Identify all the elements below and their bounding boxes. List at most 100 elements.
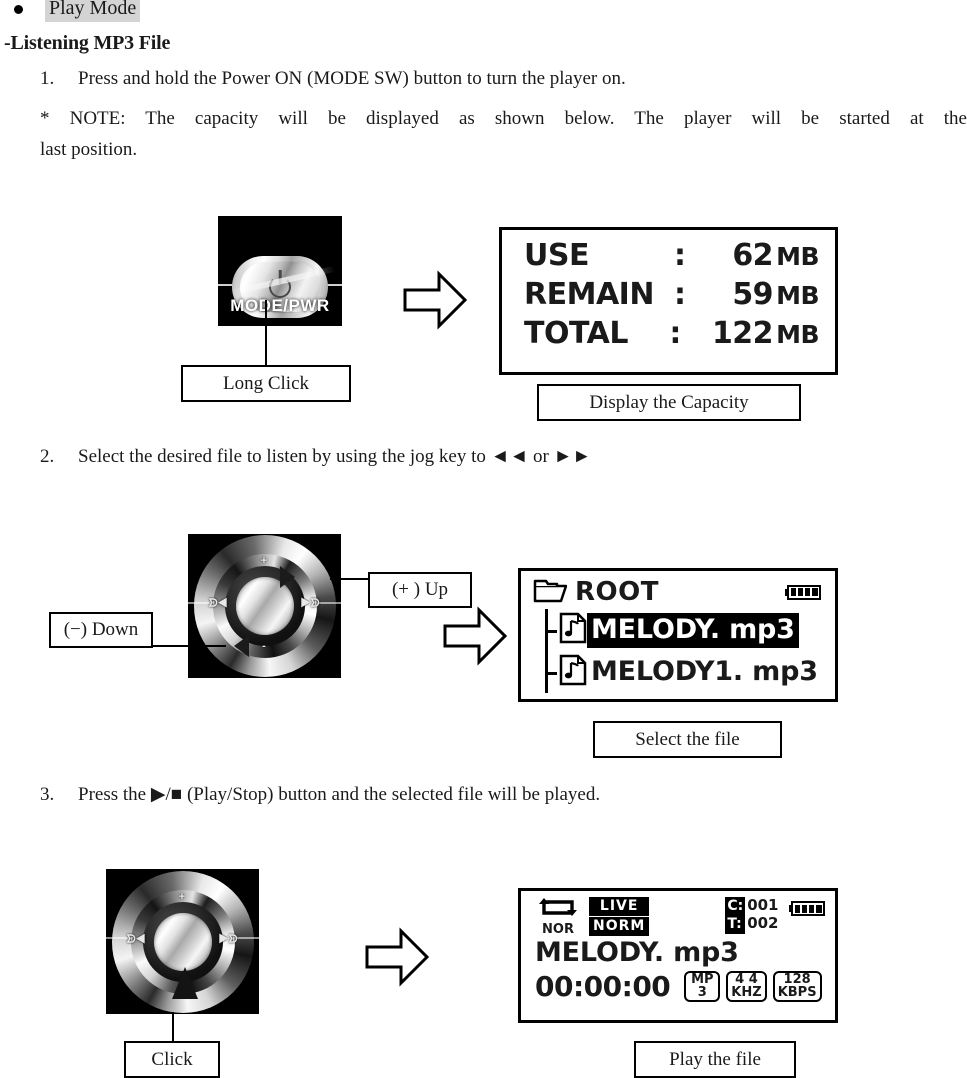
list-item[interactable]: MELODY1. mp3: [543, 651, 825, 693]
capacity-label: USE: [524, 238, 589, 273]
format-badge-codec: MP 3: [684, 970, 721, 1003]
playback-status-bar: NOR LIVE NORM C: T: 001 002: [535, 896, 825, 937]
callout-play-the-file: Play the file: [634, 1041, 796, 1078]
capacity-value: 122 MB: [711, 316, 820, 351]
capacity-value: 59 MB: [732, 277, 819, 312]
jog-dial-photo-play[interactable]: + - ᗥ◀ ▶ᗥ: [106, 869, 259, 1014]
equalizer-indicator: LIVE NORM: [589, 897, 650, 936]
samplerate-line-1: 4 4: [735, 971, 758, 987]
power-icon: [269, 276, 291, 298]
now-playing-title: MELODY. mp3: [535, 937, 739, 968]
current-track-key: C:: [727, 898, 744, 914]
callout-click-label: Click: [151, 1048, 193, 1070]
down-pointer-icon: [234, 635, 249, 657]
battery-icon: [788, 901, 825, 916]
callout-display-capacity-label: Display the Capacity: [589, 391, 749, 413]
step-2-number: 2.: [40, 446, 55, 467]
format-badge-bitrate: 128 KBPS: [772, 970, 822, 1003]
flow-arrow-2-icon: [443, 604, 508, 668]
section-bullet-heading: Play Mode: [14, 0, 141, 22]
subheading: -Listening MP3 File: [4, 32, 171, 54]
next-track-mark: ▶ᗥ: [218, 933, 238, 946]
up-pointer-icon: [280, 566, 295, 588]
total-track-value: 002: [747, 913, 779, 932]
volume-up-mark: +: [260, 555, 268, 567]
format-badge-samplerate: 4 4 KHZ: [726, 970, 767, 1003]
note-line-1: * NOTE: The capacity will be displayed a…: [40, 108, 967, 129]
codec-line-1: MP: [691, 971, 714, 987]
prev-track-mark: ᗥ◀: [208, 597, 228, 610]
file-browser-header: ROOT: [533, 577, 825, 607]
total-track-key: T:: [727, 915, 742, 932]
step-2: 2. Select the desired file to listen by u…: [40, 446, 591, 468]
capacity-row: REMAIN : 59 MB: [524, 275, 819, 314]
repeat-icon: [538, 897, 578, 922]
step-1-number: 1.: [40, 68, 55, 89]
callout-down-label: (−) Down: [63, 619, 139, 640]
callout-up: (+ ) Up: [368, 572, 472, 608]
callout-play-the-file-label: Play the file: [669, 1048, 761, 1070]
capacity-row: TOTAL : 122 MB: [524, 314, 819, 353]
jog-center-button[interactable]: [153, 912, 212, 971]
tree-branch-line: [545, 630, 557, 633]
eq-line-1: LIVE: [589, 897, 650, 916]
step-2-text: Select the desired file to listen by usi…: [78, 446, 592, 467]
eq-line-2: NORM: [589, 917, 650, 936]
volume-down-mark: -: [262, 640, 266, 652]
callout-display-capacity: Display the Capacity: [537, 384, 801, 421]
samplerate-line-2: KHZ: [731, 985, 762, 1000]
callout-click: Click: [124, 1041, 220, 1078]
click-pointer-icon: [172, 967, 198, 999]
track-counter-values: 001 002: [747, 896, 779, 932]
file-name: MELODY. mp3: [587, 612, 799, 648]
codec-line-2: 3: [697, 985, 707, 1000]
current-track-value: 001: [747, 896, 779, 914]
callout-long-click: Long Click: [181, 365, 351, 402]
track-counter: C: T: 001 002: [725, 896, 825, 934]
document-page: Play Mode -Listening MP3 File 1. Press an…: [0, 0, 967, 1078]
capacity-label: REMAIN: [524, 277, 654, 312]
battery-icon: [784, 584, 821, 600]
file-list: MELODY. mp3 MELODY1. mp3: [533, 609, 825, 693]
capacity-colon: :: [674, 238, 686, 273]
folder-icon: [533, 578, 568, 607]
bitrate-line-1: 128: [783, 971, 811, 987]
repeat-mode-label: NOR: [542, 922, 574, 937]
step-3-number: 3.: [40, 784, 55, 805]
file-name: MELODY1. mp3: [591, 655, 818, 687]
leader-line-long-click: [265, 300, 267, 366]
bullet-dot-icon: [14, 4, 23, 14]
format-badges: MP 3 4 4 KHZ 128 KBPS: [684, 970, 822, 1003]
tree-branch-line: [545, 672, 557, 675]
step-3: 3. Press the ▶/■ (Play/Stop) button and t…: [40, 783, 600, 806]
capacity-colon: :: [674, 277, 686, 312]
volume-up-mark: +: [178, 891, 186, 903]
leader-line-down: [151, 645, 226, 647]
capacity-value: 62 MB: [732, 238, 819, 273]
note-block: * NOTE: The capacity will be displayed a…: [40, 104, 967, 166]
mode-pwr-button-photo[interactable]: MODE/PWR: [218, 216, 342, 326]
callout-long-click-label: Long Click: [222, 372, 310, 394]
lcd-capacity-screen: USE : 62 MB REMAIN : 59 MB TOTAL : 122 MB: [499, 227, 838, 375]
flow-arrow-1-icon: [403, 268, 468, 332]
leader-line-click: [172, 1012, 174, 1042]
prev-track-mark: ᗥ◀: [126, 933, 146, 946]
next-track-mark: ▶ᗥ: [300, 597, 320, 610]
note-line-2: last position.: [40, 138, 138, 160]
capacity-label: TOTAL: [524, 316, 628, 351]
step-1: 1. Press and hold the Power ON (MODE SW) …: [40, 68, 626, 90]
list-item[interactable]: MELODY. mp3: [543, 609, 825, 651]
callout-select-the-file-label: Select the file: [635, 728, 740, 750]
music-file-icon: [559, 654, 587, 690]
capacity-colon: :: [669, 316, 681, 351]
mode-pwr-caption: MODE/PWR: [230, 296, 330, 315]
lcd-file-browser-screen: ROOT MELODY. mp3 MELODY1. mp3: [518, 568, 838, 702]
callout-up-label: (+ ) Up: [391, 579, 449, 600]
track-counter-keys: C: T:: [725, 897, 746, 934]
callout-select-the-file: Select the file: [593, 721, 782, 758]
playback-footer: 00:00:00 MP 3 4 4 KHZ 128 KBPS: [535, 970, 825, 1003]
bitrate-line-2: KBPS: [777, 985, 817, 1000]
jog-dial-photo-select[interactable]: + - ᗥ◀ ▶ᗥ: [188, 534, 341, 678]
step-1-text: Press and hold the Power ON (MODE SW) bu…: [78, 68, 626, 89]
capacity-row: USE : 62 MB: [524, 236, 819, 275]
